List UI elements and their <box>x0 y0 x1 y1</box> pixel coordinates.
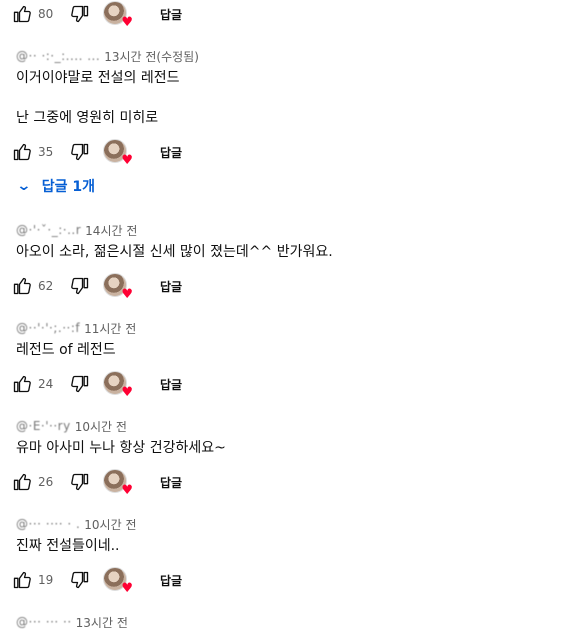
like-count: 24 <box>38 377 54 391</box>
like-count: 35 <box>38 145 54 159</box>
thumbs-up-icon <box>13 375 31 393</box>
comment-actions: 62 ♥ 답글 <box>10 270 190 302</box>
view-replies-button[interactable]: ⌄ 답글 1개 <box>16 176 95 196</box>
reply-button[interactable]: 답글 <box>152 566 190 595</box>
like-button[interactable] <box>10 274 34 298</box>
thumbs-down-icon <box>71 473 89 491</box>
comment-text-line: 이거이야말로 전설의 레전드 <box>16 70 180 86</box>
creator-heart-badge: ♥ <box>103 567 133 595</box>
comment-author[interactable]: @··'·'·;.··:f <box>16 321 80 335</box>
like-button[interactable] <box>10 140 34 164</box>
dislike-button[interactable] <box>68 2 92 26</box>
thumbs-down-icon <box>71 571 89 589</box>
heart-icon: ♥ <box>121 385 133 400</box>
comment-actions: 19 ♥ 답글 <box>10 564 190 596</box>
like-count: 19 <box>38 573 54 587</box>
dislike-button[interactable] <box>68 470 92 494</box>
like-button[interactable] <box>10 372 34 396</box>
comment-text-line: 진짜 전설들이네.. <box>16 538 120 554</box>
like-button[interactable] <box>10 2 34 26</box>
heart-icon: ♥ <box>121 287 133 302</box>
reply-button[interactable]: 답글 <box>152 370 190 399</box>
comment-actions: 24 ♥ 답글 <box>10 368 190 400</box>
thumbs-down-icon <box>71 277 89 295</box>
heart-icon: ♥ <box>121 483 133 498</box>
creator-heart-badge: ♥ <box>103 1 133 29</box>
like-button[interactable] <box>10 470 34 494</box>
dislike-button[interactable] <box>68 372 92 396</box>
comment-author[interactable]: @·'·ˇ·_:·..r <box>16 223 81 237</box>
thumbs-up-icon <box>13 143 31 161</box>
reply-button[interactable]: 답글 <box>152 138 190 167</box>
reply-button[interactable]: 답글 <box>152 468 190 497</box>
dislike-button[interactable] <box>68 274 92 298</box>
comment-text-line: 유마 아사미 누나 항상 건강하세요~ <box>16 440 226 456</box>
replies-count-label: 답글 1개 <box>41 179 95 195</box>
thumbs-down-icon <box>71 5 89 23</box>
comment-text-line: 난 그중에 영원히 미히로 <box>16 110 159 126</box>
thumbs-up-icon <box>13 473 31 491</box>
heart-icon: ♥ <box>121 581 133 596</box>
creator-heart-badge: ♥ <box>103 371 133 399</box>
thumbs-up-icon <box>13 5 31 23</box>
creator-heart-badge: ♥ <box>103 139 133 167</box>
chevron-down-icon: ⌄ <box>16 178 32 194</box>
thumbs-down-icon <box>71 375 89 393</box>
comment-meta: @·E·'··ry 10시간 전 <box>16 417 127 435</box>
comment-actions: 35 ♥ 답글 <box>10 136 190 168</box>
comment-author[interactable]: @··· ···· · . <box>16 517 80 531</box>
like-button[interactable] <box>10 568 34 592</box>
comment-time[interactable]: 14시간 전 <box>85 222 137 239</box>
reply-button[interactable]: 답글 <box>152 0 190 29</box>
comment-author[interactable]: @·· ·:·_:.... ... <box>16 49 100 63</box>
comment-actions: 80 ♥ 답글 <box>10 0 190 30</box>
comment-time[interactable]: 11시간 전 <box>84 320 136 337</box>
comment-time[interactable]: 13시간 전 <box>76 614 128 631</box>
comment-meta: @·· ·:·_:.... ... 13시간 전(수정됨) <box>16 47 199 65</box>
dislike-button[interactable] <box>68 568 92 592</box>
comment-text-line: 레전드 of 레전드 <box>16 342 116 358</box>
heart-icon: ♥ <box>121 15 133 30</box>
creator-heart-badge: ♥ <box>103 273 133 301</box>
thumbs-up-icon <box>13 277 31 295</box>
like-count: 26 <box>38 475 54 489</box>
comment-author[interactable]: @·E·'··ry <box>16 419 71 433</box>
comment-actions: 26 ♥ 답글 <box>10 466 190 498</box>
creator-heart-badge: ♥ <box>103 469 133 497</box>
reply-button[interactable]: 답글 <box>152 272 190 301</box>
comment-meta: @··'·'·;.··:f 11시간 전 <box>16 319 136 337</box>
comment-text-line: 아오이 소라, 젊은시절 신세 많이 졌는데^^ 반가워요. <box>16 244 333 260</box>
thumbs-up-icon <box>13 571 31 589</box>
like-count: 80 <box>38 7 54 21</box>
comment-meta: @··· ··· ·· 13시간 전 <box>16 613 128 631</box>
comment-time[interactable]: 10시간 전 <box>84 516 136 533</box>
like-count: 62 <box>38 279 54 293</box>
thumbs-down-icon <box>71 143 89 161</box>
comment-time[interactable]: 13시간 전(수정됨) <box>104 48 199 65</box>
comment-time[interactable]: 10시간 전 <box>75 418 127 435</box>
dislike-button[interactable] <box>68 140 92 164</box>
heart-icon: ♥ <box>121 153 133 168</box>
comment-meta: @·'·ˇ·_:·..r 14시간 전 <box>16 221 137 239</box>
comment-meta: @··· ···· · . 10시간 전 <box>16 515 137 533</box>
